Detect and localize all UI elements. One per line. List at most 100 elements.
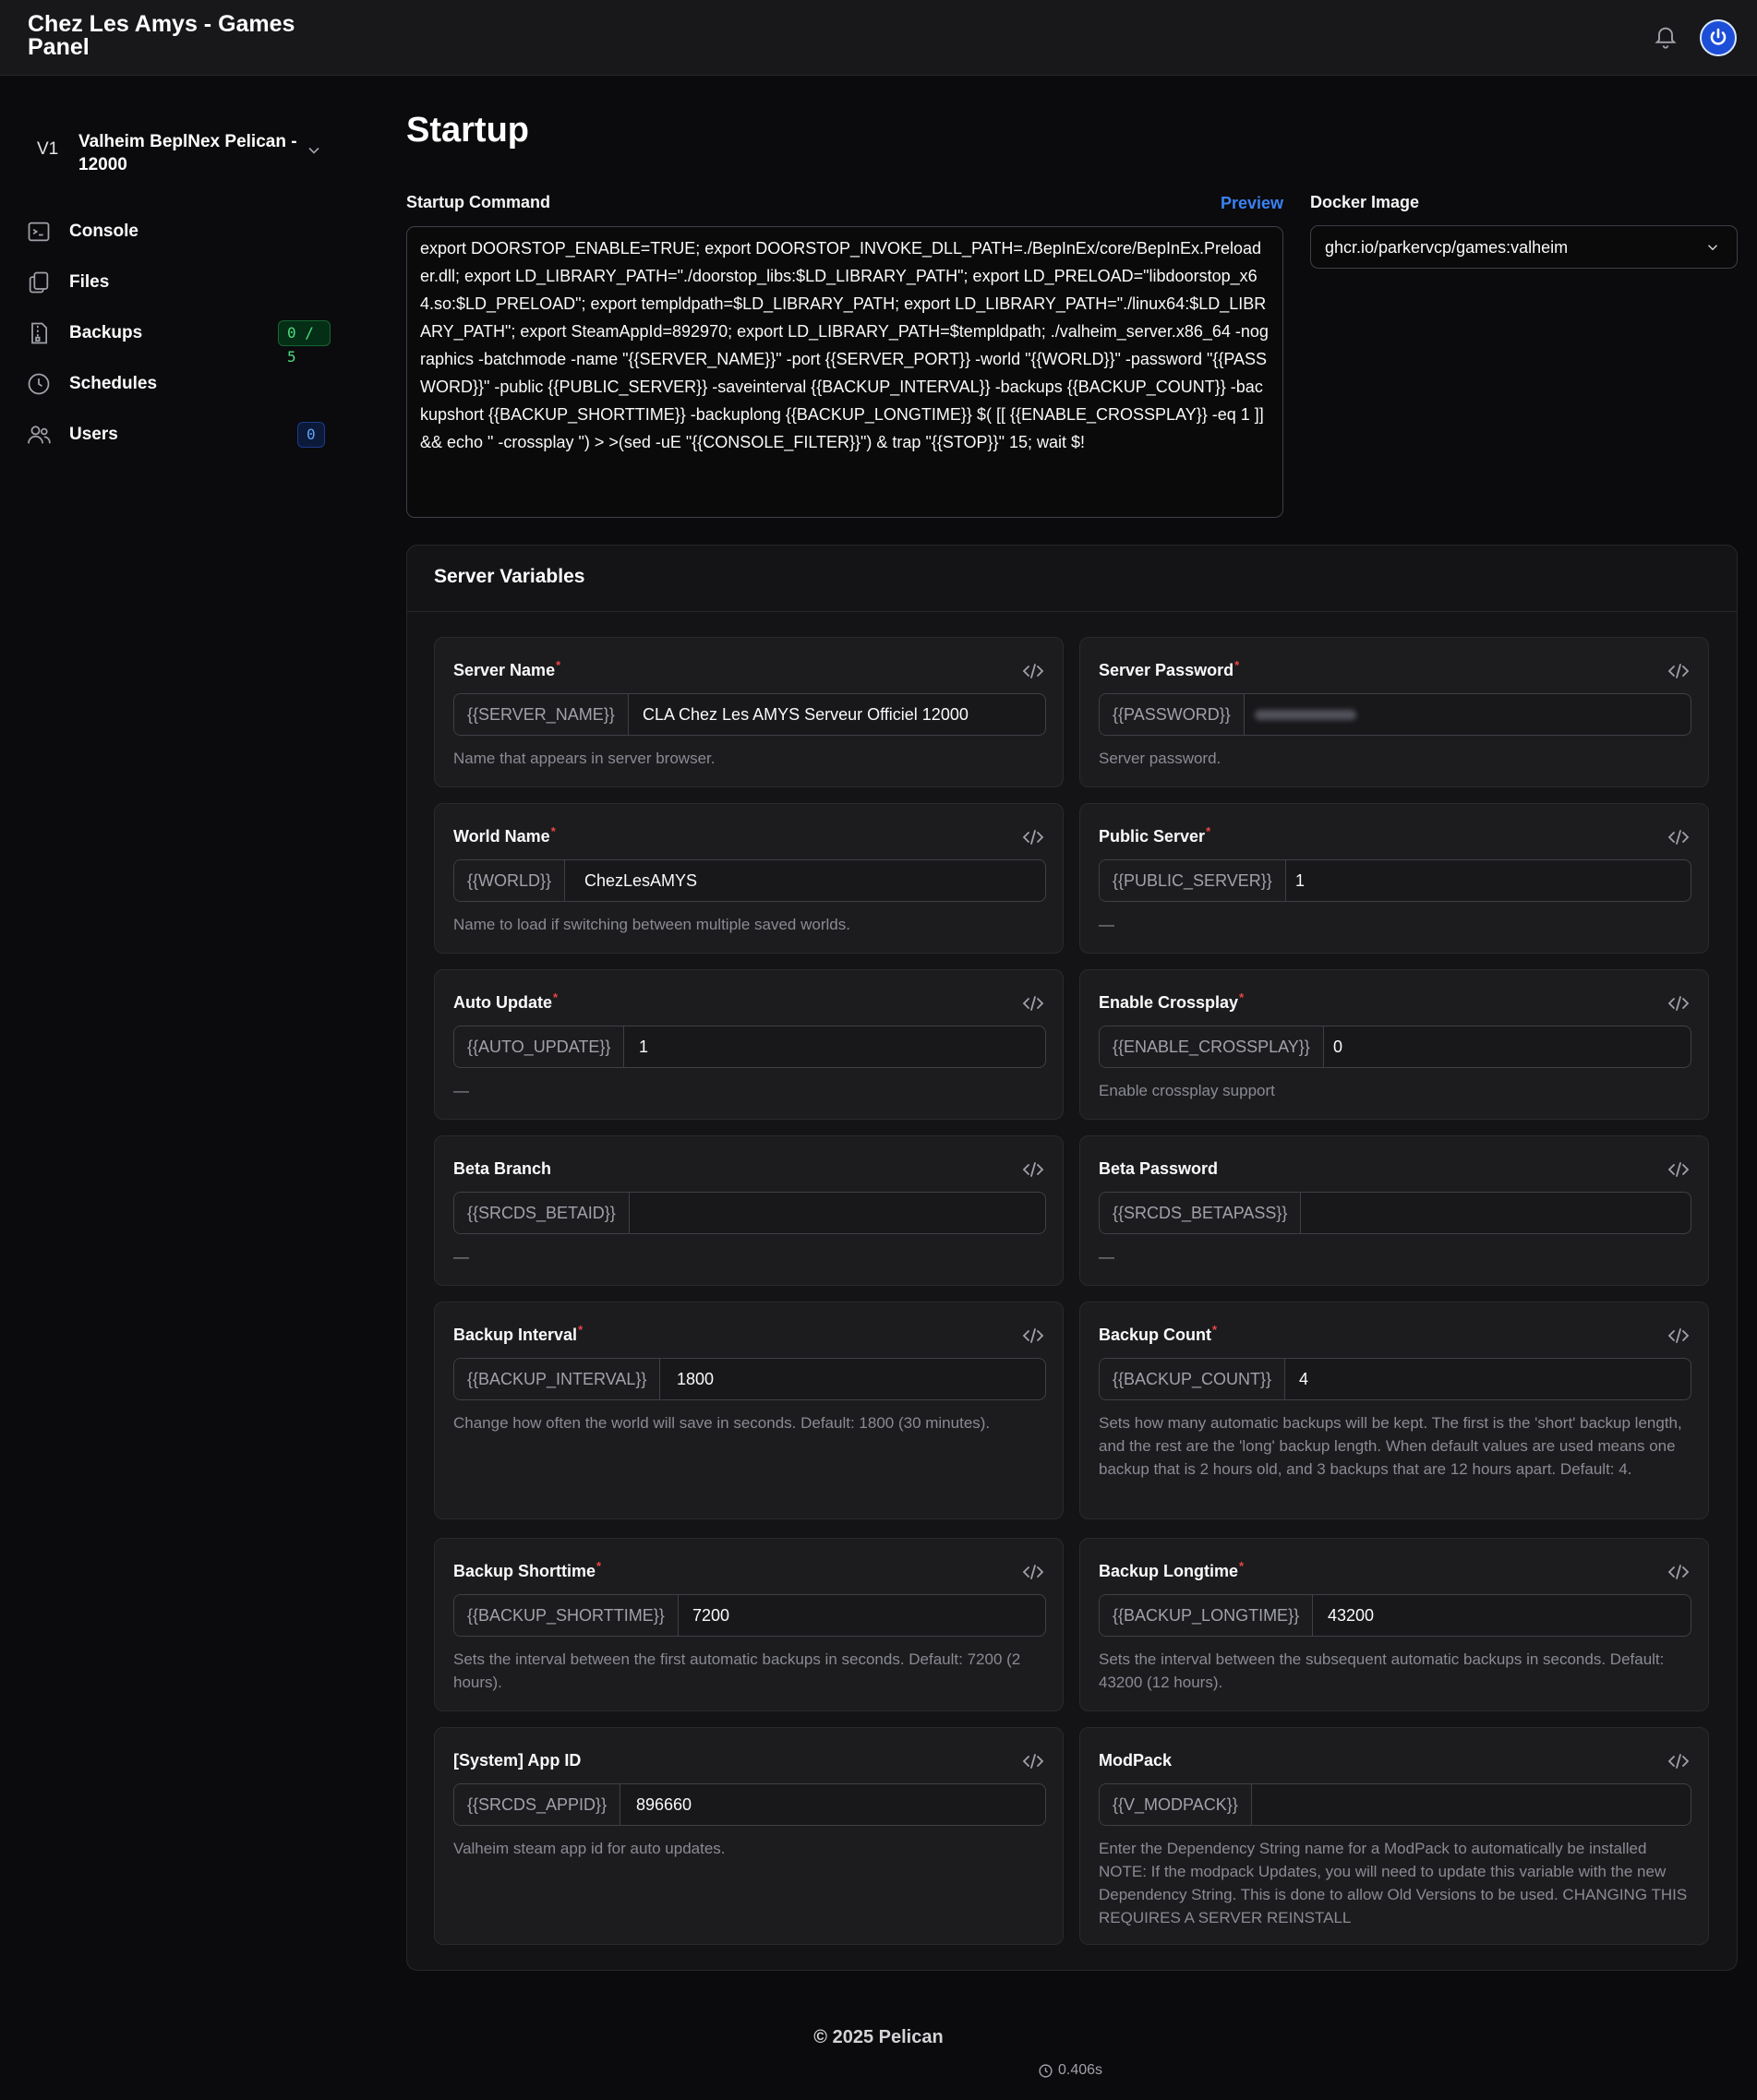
variable-description: Sets the interval between the first auto… [453, 1650, 1021, 1691]
variable-value: 0 [1333, 1038, 1343, 1056]
variable-label-text: Backup Count [1099, 1326, 1212, 1344]
variable-label-text: World Name [453, 827, 550, 846]
backup-longtime-input[interactable]: {{BACKUP_LONGTIME}} 43200 [1099, 1594, 1691, 1637]
sidebar-item-files[interactable]: Files [26, 264, 331, 301]
sidebar-item-label: Users [69, 425, 118, 444]
enable-crossplay-input[interactable]: {{ENABLE_CROSSPLAY}} 0 [1099, 1026, 1691, 1068]
variable-description: Enable crossplay support [1099, 1082, 1275, 1099]
docker-image-select[interactable]: ghcr.io/parkervcp/games:valheim [1310, 225, 1738, 269]
backup-count-input[interactable]: {{BACKUP_COUNT}} 4 [1099, 1358, 1691, 1400]
variable-prefix: {{V_MODPACK}} [1100, 1784, 1252, 1825]
variable-label-text: Server Password [1099, 661, 1234, 679]
code-icon[interactable] [1667, 1752, 1690, 1770]
redacted-password [1255, 710, 1356, 720]
code-icon[interactable] [1667, 662, 1690, 680]
brand-title[interactable]: Chez Les Amys - Games Panel [28, 13, 323, 59]
system-app-id-input[interactable]: {{SRCDS_APPID}} 896660 [453, 1783, 1046, 1826]
sidebar-item-users[interactable]: Users 0 [26, 416, 331, 453]
variable-label: Backup Interval* [453, 1323, 583, 1345]
code-icon[interactable] [1022, 1752, 1044, 1770]
page-title: Startup [406, 111, 529, 150]
variable-label-text: Backup Interval [453, 1326, 578, 1344]
variable-prefix: {{AUTO_UPDATE}} [454, 1026, 625, 1067]
world-name-input[interactable]: {{WORLD}} ChezLesAMYS [453, 859, 1046, 902]
required-marker: * [1239, 990, 1245, 1004]
code-icon[interactable] [1022, 1563, 1044, 1581]
variable-label: Backup Count* [1099, 1323, 1217, 1345]
variable-description: Name that appears in server browser. [453, 750, 716, 767]
variable-card-backup-longtime: Backup Longtime* {{BACKUP_LONGTIME}} 43200… [1079, 1538, 1709, 1711]
users-icon [28, 426, 51, 444]
variable-label-text: Enable Crossplay [1099, 993, 1239, 1012]
server-name-input[interactable]: {{SERVER_NAME}} CLA Chez Les AMYS Serveur… [453, 693, 1046, 736]
sidebar-item-console[interactable]: Console [26, 213, 331, 250]
sidebar-item-label: Schedules [69, 374, 158, 393]
variable-card-server-password: Server Password* {{PASSWORD}} Server passw… [1079, 637, 1709, 787]
code-icon[interactable] [1667, 1326, 1690, 1345]
code-icon[interactable] [1022, 1326, 1044, 1345]
variable-label: Beta Branch [453, 1157, 552, 1179]
variable-prefix: {{PASSWORD}} [1100, 694, 1245, 735]
panel-header: Server Variables [407, 546, 1737, 612]
beta-branch-input[interactable]: {{SRCDS_BETAID}} [453, 1192, 1046, 1234]
required-marker: * [1234, 658, 1240, 672]
variable-description: Valheim steam app id for auto updates. [453, 1840, 726, 1857]
variable-label: Backup Longtime* [1099, 1559, 1244, 1581]
variable-description: Sets the interval between the subsequent… [1099, 1650, 1665, 1691]
public-server-input[interactable]: {{PUBLIC_SERVER}} 1 [1099, 859, 1691, 902]
panel-title: Server Variables [434, 566, 585, 587]
auto-update-input[interactable]: {{AUTO_UPDATE}} 1 [453, 1026, 1046, 1068]
variable-description: Name to load if switching between multip… [453, 916, 850, 933]
server-selector[interactable]: V1 Valheim BeplNex Pelican - 12000 [26, 123, 331, 178]
code-icon[interactable] [1667, 1160, 1690, 1179]
variable-label-text: Server Name [453, 661, 556, 679]
variable-label: Server Password* [1099, 658, 1239, 680]
variable-prefix: {{BACKUP_SHORTTIME}} [454, 1595, 679, 1636]
variable-label: [System] App ID [453, 1748, 582, 1770]
variable-description: — [1099, 916, 1114, 933]
sidebar-item-backups[interactable]: Backups 0 / 5 [26, 315, 331, 366]
variable-card-world-name: World Name* {{WORLD}} ChezLesAMYS Name to l… [434, 803, 1064, 954]
backup-interval-input[interactable]: {{BACKUP_INTERVAL}} 1800 [453, 1358, 1046, 1400]
variable-value: 7200 [692, 1606, 730, 1625]
variable-value: 1 [1295, 871, 1306, 890]
code-icon[interactable] [1667, 994, 1690, 1013]
server-password-input[interactable]: {{PASSWORD}} [1099, 693, 1691, 736]
modpack-input[interactable]: {{V_MODPACK}} [1099, 1783, 1691, 1826]
code-icon[interactable] [1667, 1563, 1690, 1581]
code-icon[interactable] [1667, 828, 1690, 846]
sidebar-item-label: Files [69, 272, 110, 292]
variable-prefix: {{SERVER_NAME}} [454, 694, 629, 735]
server-variables-panel: Server Variables Server Name* {{SERVER_NA… [406, 545, 1738, 1971]
users-count-badge: 0 [297, 422, 325, 448]
bell-icon[interactable] [1653, 23, 1679, 51]
server-prefix: V1 [37, 139, 59, 159]
code-icon[interactable] [1022, 828, 1044, 846]
code-icon[interactable] [1022, 994, 1044, 1013]
beta-password-input[interactable]: {{SRCDS_BETAPASS}} [1099, 1192, 1691, 1234]
variable-description: Change how often the world will save in … [453, 1414, 991, 1432]
sidebar: V1 Valheim BeplNex Pelican - 12000 Conso… [0, 77, 351, 2100]
required-marker: * [553, 990, 559, 1004]
variable-label: Server Name* [453, 658, 560, 680]
footer-copyright: © 2025 Pelican [813, 2027, 944, 2047]
variable-card-backup-interval: Backup Interval* {{BACKUP_INTERVAL}} 1800 C… [434, 1302, 1064, 1519]
variable-card-enable-crossplay: Enable Crossplay* {{ENABLE_CROSSPLAY}} 0 En… [1079, 969, 1709, 1120]
sidebar-item-schedules[interactable]: Schedules [26, 366, 331, 402]
user-avatar[interactable] [1700, 19, 1737, 56]
variable-description: — [453, 1082, 469, 1099]
variable-value: 1 [639, 1038, 649, 1056]
preview-button[interactable]: Preview [1221, 194, 1283, 213]
code-icon[interactable] [1022, 1160, 1044, 1179]
variable-label: Enable Crossplay* [1099, 990, 1244, 1013]
variable-label: World Name* [453, 824, 556, 846]
code-icon[interactable] [1022, 662, 1044, 680]
footer-time-value: 0.406s [1058, 2062, 1103, 2078]
variable-label-text: Public Server [1099, 827, 1206, 846]
clock-icon [1039, 2064, 1053, 2078]
chevron-down-icon [308, 147, 319, 154]
variable-description: Server password. [1099, 750, 1221, 767]
backup-shorttime-input[interactable]: {{BACKUP_SHORTTIME}} 7200 [453, 1594, 1046, 1637]
variable-label: ModPack [1099, 1748, 1173, 1770]
startup-command-text[interactable]: export DOORSTOP_ENABLE=TRUE; export DOOR… [406, 226, 1283, 518]
